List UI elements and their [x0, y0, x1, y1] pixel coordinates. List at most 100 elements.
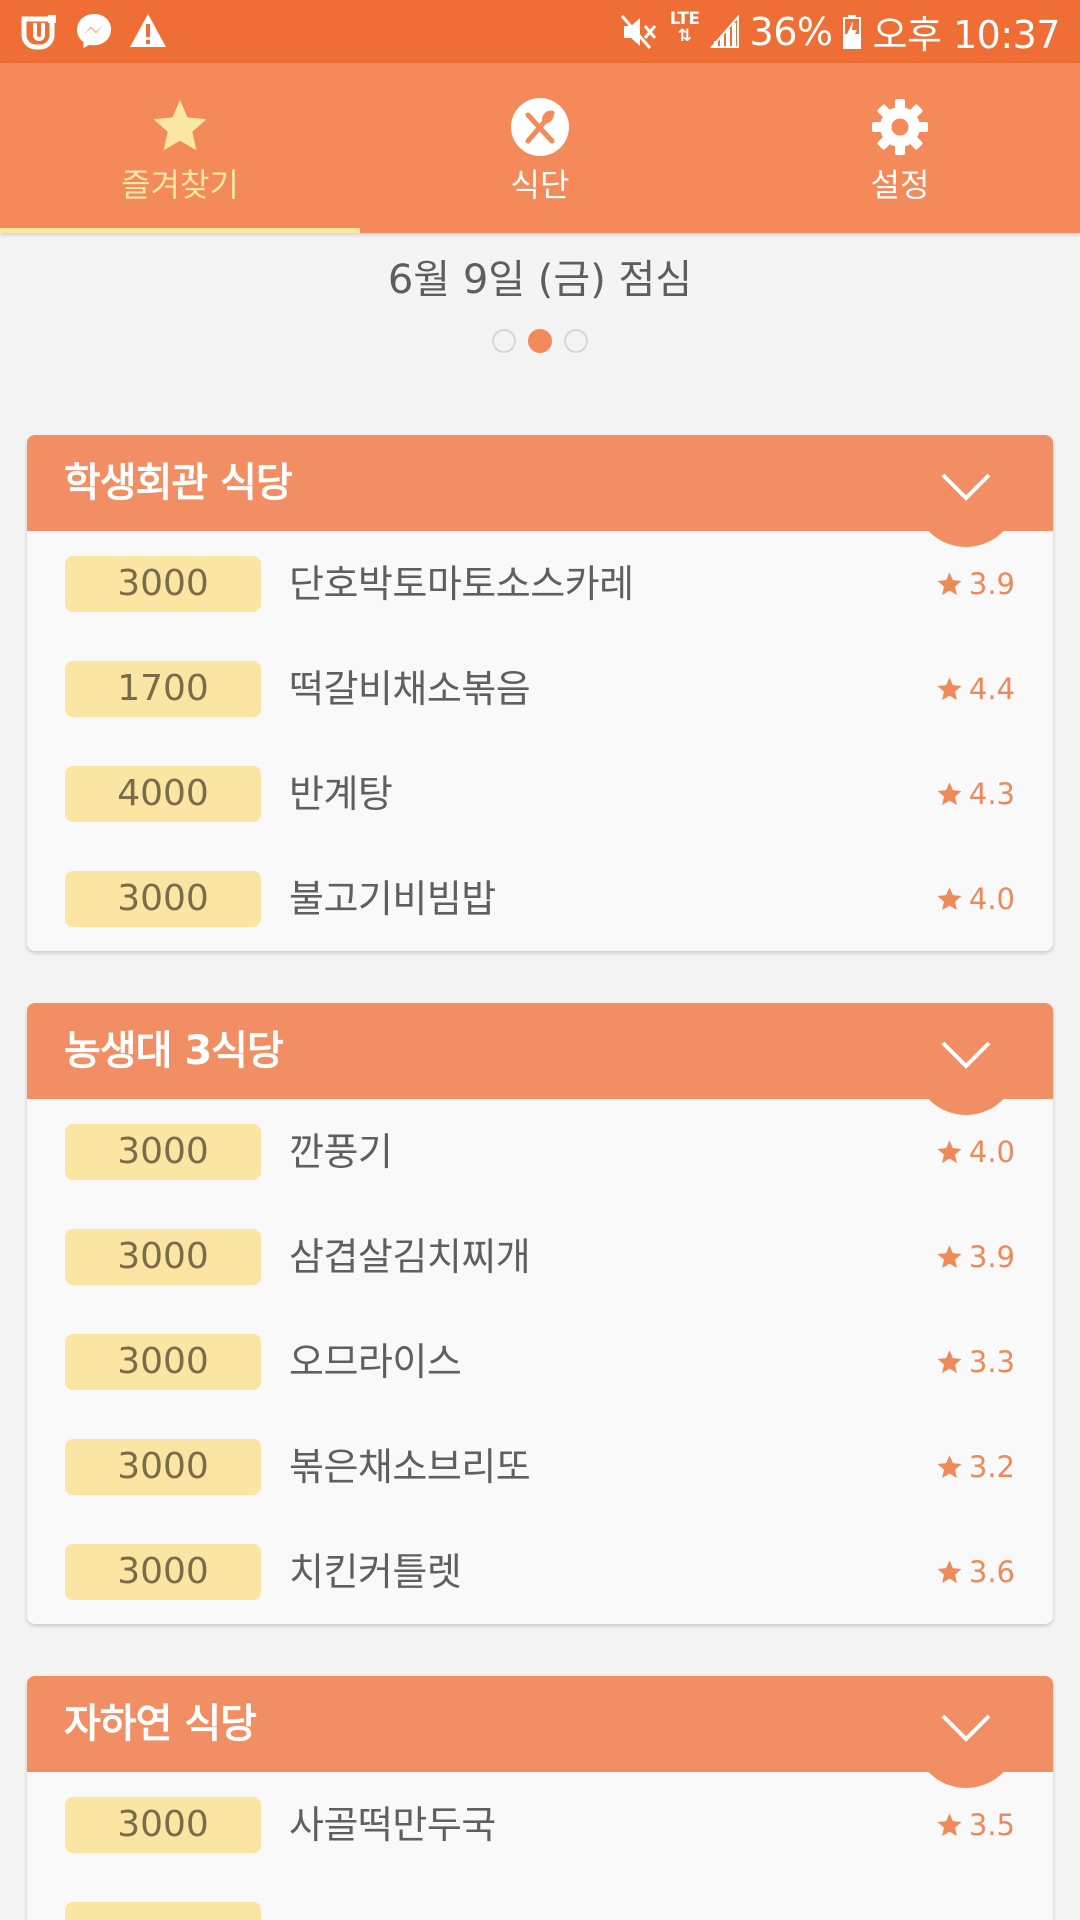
page-dot-2[interactable]	[528, 329, 552, 353]
menu-name: 떡갈비채소볶음	[289, 667, 531, 711]
page-dot-3[interactable]	[564, 329, 588, 353]
rating-value: 3.6	[968, 1555, 1015, 1589]
menu-item[interactable]: 3000 오므라이스 3.3	[27, 1309, 1053, 1414]
page-indicator	[0, 329, 1080, 353]
price-badge: 3000	[65, 1797, 261, 1853]
menu-item[interactable]: 3000 치킨커틀렛 3.6	[27, 1519, 1053, 1624]
rating-star-icon	[937, 781, 962, 805]
collapse-button[interactable]	[914, 435, 1018, 547]
restaurant-card: 농생대 3식당 3000 깐풍기 4.0 3000 삼겹살김치찌개 3.9 30…	[27, 1003, 1053, 1624]
tab-menu-label: 식단	[510, 166, 570, 204]
rating-value: 3.5	[968, 1808, 1015, 1842]
menu-name: 깐풍기	[289, 1130, 393, 1174]
chevron-down-icon	[941, 473, 991, 501]
rating-value: 4.0	[968, 882, 1015, 916]
messenger-icon	[74, 11, 114, 51]
rating-star-icon	[937, 1244, 962, 1268]
price-badge: 3000	[65, 1334, 261, 1390]
rating-star-icon	[937, 1139, 962, 1163]
date-title: 6월 9일 (금) 점심	[387, 257, 693, 303]
menu-item[interactable]: 3000 단호박토마토소스카레 3.9	[27, 531, 1053, 636]
rating-star-icon	[937, 886, 962, 910]
restaurant-card: 자하연 식당 3000 사골떡만두국 3.5	[27, 1676, 1053, 1920]
chevron-down-icon	[941, 1714, 991, 1742]
menu-item-partial[interactable]	[27, 1877, 1053, 1920]
rating-star-icon	[937, 1812, 962, 1836]
fork-knife-icon	[510, 97, 570, 157]
menu-item[interactable]: 3000 삼겹살김치찌개 3.9	[27, 1204, 1053, 1309]
battery-charging-icon	[842, 14, 862, 50]
gear-icon	[870, 97, 930, 157]
menu-item[interactable]: 3000 불고기비빔밥 4.0	[27, 846, 1053, 951]
rating-value: 3.2	[968, 1450, 1015, 1484]
tab-settings-label: 설정	[870, 166, 930, 204]
rating: 3.9	[936, 1229, 1015, 1285]
restaurant-name: 자하연 식당	[64, 1701, 257, 1747]
restaurant-name: 학생회관 식당	[64, 460, 293, 506]
rating: 4.0	[936, 1124, 1015, 1180]
rating: 3.3	[936, 1334, 1015, 1390]
rating-value: 4.4	[968, 672, 1015, 706]
restaurant-header[interactable]: 학생회관 식당	[27, 435, 1053, 547]
menu-name: 삼겹살김치찌개	[289, 1235, 531, 1279]
rating: 3.5	[936, 1797, 1015, 1853]
star-icon	[150, 97, 210, 157]
rating: 4.0	[936, 871, 1015, 927]
price-badge: 3000	[65, 556, 261, 612]
network-type-label: LTE	[669, 8, 700, 29]
status-bar-notifications	[18, 11, 168, 51]
restaurant-header[interactable]: 농생대 3식당	[27, 1003, 1053, 1115]
status-bar: LTE ⇅ 36% 오후 10:37	[0, 0, 1080, 63]
tab-favorites[interactable]: 즐겨찾기	[0, 63, 360, 233]
menu-name: 반계탕	[289, 772, 393, 816]
rating-star-icon	[937, 1559, 962, 1583]
menu-item[interactable]: 1700 떡갈비채소볶음 4.4	[27, 636, 1053, 741]
tab-settings[interactable]: 설정	[720, 63, 1080, 233]
menu-item[interactable]: 4000 반계탕 4.3	[27, 741, 1053, 846]
menu-name: 치킨커틀렛	[289, 1550, 462, 1594]
warning-icon	[128, 12, 168, 50]
price-badge: 3000	[65, 1439, 261, 1495]
chevron-down-icon	[941, 1041, 991, 1069]
restaurant-header[interactable]: 자하연 식당	[27, 1676, 1053, 1788]
menu-name: 단호박토마토소스카레	[289, 562, 634, 606]
rating: 4.3	[936, 766, 1015, 822]
restaurant-card: 학생회관 식당 3000 단호박토마토소스카레 3.9 1700 떡갈비채소볶음…	[27, 435, 1053, 951]
menu-item[interactable]: 3000 깐풍기 4.0	[27, 1099, 1053, 1204]
rating: 3.6	[936, 1544, 1015, 1600]
collapse-button[interactable]	[914, 1003, 1018, 1115]
menu-name: 불고기비빔밥	[289, 877, 496, 921]
rating-value: 3.9	[968, 567, 1015, 601]
price-badge: 3000	[65, 1124, 261, 1180]
clock: 오후 10:37	[872, 13, 1060, 57]
tab-menu[interactable]: 식단	[360, 63, 720, 233]
battery-percent: 36%	[749, 9, 833, 54]
rating: 3.9	[936, 556, 1015, 612]
price-badge: 3000	[65, 1229, 261, 1285]
tab-favorites-label: 즐겨찾기	[121, 166, 239, 204]
price-badge	[65, 1902, 261, 1920]
rating-star-icon	[937, 676, 962, 700]
menu-name: 사골떡만두국	[289, 1803, 496, 1847]
lte-icon: LTE ⇅	[669, 8, 700, 46]
tab-bar: 즐겨찾기 식단 설정	[0, 63, 1080, 233]
rating-star-icon	[937, 571, 962, 595]
rating-value: 4.0	[968, 1135, 1015, 1169]
active-tab-indicator	[0, 228, 360, 233]
page-dot-1[interactable]	[492, 329, 516, 353]
menu-name: 볶은채소브리또	[289, 1445, 531, 1489]
collapse-button[interactable]	[914, 1676, 1018, 1788]
rating: 3.2	[936, 1439, 1015, 1495]
price-badge: 1700	[65, 661, 261, 717]
mute-icon	[620, 14, 660, 50]
rating-star-icon	[937, 1349, 962, 1373]
price-badge: 3000	[65, 1544, 261, 1600]
price-badge: 4000	[65, 766, 261, 822]
restaurant-name: 농생대 3식당	[64, 1028, 284, 1074]
price-badge: 3000	[65, 871, 261, 927]
menu-item[interactable]: 3000 사골떡만두국 3.5	[27, 1772, 1053, 1877]
rating-value: 3.3	[968, 1345, 1015, 1379]
rating-star-icon	[937, 1454, 962, 1478]
menu-item[interactable]: 3000 볶은채소브리또 3.2	[27, 1414, 1053, 1519]
rating-value: 4.3	[968, 777, 1015, 811]
